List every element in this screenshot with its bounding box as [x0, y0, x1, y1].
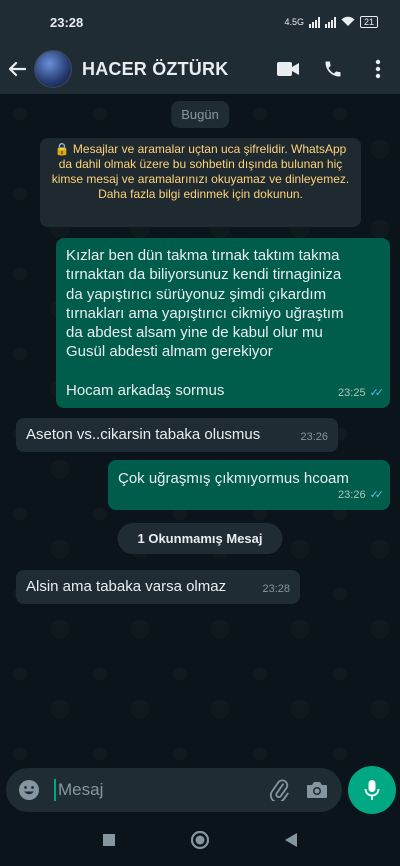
- message-line: da yapıştırıcı sürüyonuz şimdi çıkardım: [66, 285, 327, 303]
- read-receipt-icon: ✓✓: [369, 386, 385, 399]
- message-input[interactable]: [58, 780, 248, 800]
- message-line: da abdest alsam yine de kabul olur mu: [66, 324, 323, 342]
- status-time: 23:28: [50, 14, 84, 30]
- system-navigation-bar: [0, 818, 400, 866]
- message-line: tırnakları ama yapıştırıcı cikmiyo uğraş…: [66, 304, 344, 322]
- recents-icon[interactable]: [102, 833, 116, 852]
- message-bubble-outgoing[interactable]: Çok uğraşmış çıkmıyormus hcoam 23:26 ✓✓: [108, 460, 390, 510]
- wifi-icon: [341, 16, 355, 29]
- message-text: Çok uğraşmış çıkmıyormus hcoam: [118, 470, 349, 487]
- message-time: 23:25: [338, 386, 366, 399]
- message-bubble-outgoing[interactable]: Kızlar ben dün takma tırnak taktım takma…: [56, 238, 390, 408]
- message-meta: 23:26 ✓✓: [338, 486, 385, 505]
- message-text: Aseton vs..cikarsin tabaka olusmus: [26, 426, 261, 443]
- signal-icon-2: [324, 16, 336, 28]
- message-meta: 23:25 ✓✓: [338, 384, 385, 403]
- message-time: 23:26: [300, 430, 328, 443]
- status-icons: 4.5G 21: [284, 16, 378, 29]
- video-call-icon[interactable]: [265, 44, 310, 94]
- composer: [0, 762, 400, 818]
- chat-header: HACER ÖZTÜRK: [0, 44, 400, 94]
- network-type: 4.5G: [284, 17, 304, 27]
- message-input-box[interactable]: [6, 768, 342, 812]
- message-line: [66, 362, 380, 381]
- signal-icon: [308, 16, 320, 28]
- encryption-notice[interactable]: 🔒 Mesajlar ve aramalar uçtan uca şifreli…: [40, 138, 361, 227]
- message-line: Kızlar ben dün takma tırnak taktım takma: [66, 247, 340, 264]
- phone-call-icon[interactable]: [310, 44, 355, 94]
- message-time: 23:28: [262, 582, 290, 595]
- header-actions: [265, 44, 400, 94]
- text-cursor: [54, 779, 56, 801]
- message-meta: 23:26: [300, 428, 328, 447]
- message-time: 23:26: [338, 488, 366, 501]
- more-options-icon[interactable]: [355, 44, 400, 94]
- status-bar: 23:28 4.5G 21: [0, 0, 400, 44]
- read-receipt-icon: ✓✓: [369, 488, 385, 501]
- message-text: Kızlar ben dün takma tırnak taktım takma…: [66, 246, 380, 400]
- contact-name[interactable]: HACER ÖZTÜRK: [82, 59, 228, 80]
- message-text: Alsin ama tabaka varsa olmaz: [26, 578, 227, 595]
- attach-icon[interactable]: [260, 768, 298, 812]
- message-meta: 23:28: [262, 580, 290, 599]
- battery-icon: 21: [359, 16, 378, 28]
- message-line: Hocam arkadaş sormus: [66, 381, 225, 399]
- message-line: Gusül abdesti almam gerekiyor: [66, 343, 273, 361]
- home-icon[interactable]: [190, 830, 210, 855]
- microphone-icon[interactable]: [348, 766, 396, 814]
- message-bubble-incoming[interactable]: Alsin ama tabaka varsa olmaz 23:28: [16, 570, 300, 604]
- date-separator: Bugün: [171, 101, 229, 128]
- camera-icon[interactable]: [298, 768, 336, 812]
- message-line: tırnaktan da biliyorsunuz kendi tirnagin…: [66, 266, 342, 284]
- emoji-icon[interactable]: [10, 768, 48, 812]
- message-bubble-incoming[interactable]: Aseton vs..cikarsin tabaka olusmus 23:26: [16, 418, 338, 452]
- back-arrow-icon[interactable]: [0, 44, 34, 94]
- unread-separator: 1 Okunmamış Mesaj: [117, 523, 283, 554]
- back-nav-icon[interactable]: [284, 832, 298, 853]
- avatar[interactable]: [34, 50, 72, 88]
